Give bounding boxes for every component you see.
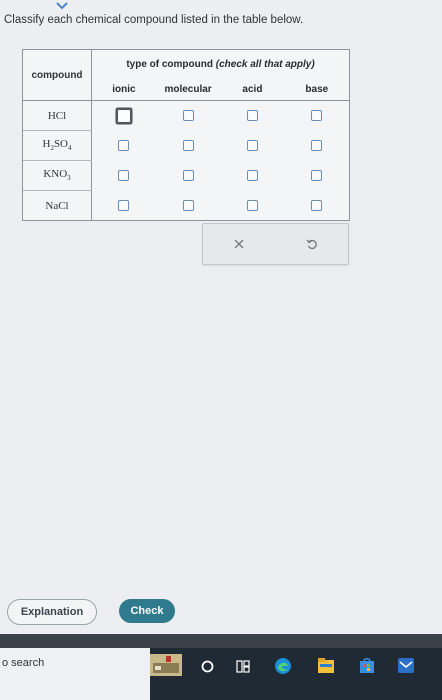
- checkbox-kno3-acid[interactable]: [246, 169, 258, 181]
- edge-icon[interactable]: [274, 657, 292, 675]
- checkbox-h2so4-acid[interactable]: [246, 139, 258, 151]
- compound-h2so4: H2SO4: [23, 130, 92, 161]
- compound-header: compound: [23, 50, 92, 101]
- taskbar-search[interactable]: o search: [0, 648, 150, 700]
- compound-hcl: HCl: [23, 100, 92, 131]
- window-thumbnail-icon[interactable]: [150, 654, 182, 676]
- question-prompt: Classify each chemical compound listed i…: [4, 14, 304, 26]
- checkbox-hcl-acid[interactable]: [246, 110, 258, 122]
- answer-actions: [202, 223, 349, 265]
- window-bottom-strip: [0, 634, 442, 648]
- type-header: type of compound (check all that apply): [126, 58, 315, 70]
- column-header-ionic: ionic: [91, 78, 156, 101]
- chevron-down-icon[interactable]: [55, 0, 69, 12]
- column-header-molecular: molecular: [155, 78, 221, 101]
- checkbox-hcl-base[interactable]: [311, 110, 323, 122]
- checkbox-h2so4-ionic[interactable]: [118, 139, 130, 151]
- column-header-base: base: [284, 78, 349, 101]
- clear-button[interactable]: [203, 224, 275, 264]
- checkbox-nacl-base[interactable]: [311, 199, 323, 211]
- checkbox-nacl-acid[interactable]: [246, 199, 258, 211]
- undo-icon: [306, 239, 317, 250]
- checkbox-nacl-ionic[interactable]: [118, 199, 130, 211]
- table-row: HCl: [23, 100, 349, 131]
- column-header-acid: acid: [220, 78, 285, 101]
- undo-button[interactable]: [276, 224, 348, 264]
- checkbox-hcl-ionic[interactable]: [115, 107, 132, 124]
- table-row: H2SO4: [23, 130, 349, 161]
- checkbox-nacl-molecular[interactable]: [182, 199, 194, 211]
- table-row: KNO3: [23, 160, 349, 191]
- compound-nacl: NaCl: [23, 190, 92, 220]
- x-icon: [234, 239, 244, 249]
- taskbar: o search: [0, 648, 442, 700]
- file-explorer-icon[interactable]: [318, 658, 334, 673]
- checkbox-kno3-base[interactable]: [311, 169, 323, 181]
- checkbox-h2so4-base[interactable]: [311, 139, 323, 151]
- compound-kno3: KNO3: [23, 160, 92, 191]
- search-label: o search: [2, 657, 45, 669]
- check-button[interactable]: Check: [119, 599, 175, 623]
- checkbox-kno3-ionic[interactable]: [118, 169, 130, 181]
- checkbox-kno3-molecular[interactable]: [182, 169, 194, 181]
- task-view-icon[interactable]: [236, 660, 250, 673]
- mail-icon[interactable]: [398, 658, 414, 673]
- explanation-button[interactable]: Explanation: [7, 599, 97, 625]
- store-icon[interactable]: [360, 658, 374, 673]
- table-row: NaCl: [23, 190, 349, 220]
- classification-table: compound type of compound (check all tha…: [22, 49, 350, 221]
- checkbox-hcl-molecular[interactable]: [182, 110, 194, 122]
- checkbox-h2so4-molecular[interactable]: [182, 139, 194, 151]
- cortana-circle-icon[interactable]: [201, 660, 214, 673]
